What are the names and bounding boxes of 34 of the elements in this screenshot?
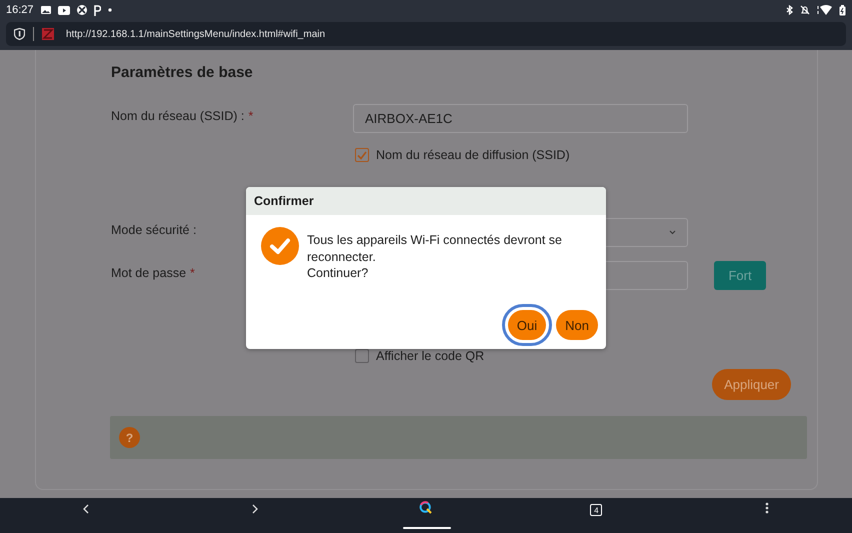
checkbox-label: Nom du réseau de diffusion (SSID) <box>376 148 570 162</box>
check-icon <box>261 227 299 265</box>
field-label: Mot de passe <box>111 266 186 280</box>
field-label: Mode sécurité : <box>111 223 196 237</box>
checkbox-label: Afficher le code QR <box>376 349 484 363</box>
input-field[interactable]: AIRBOX-AE1C <box>353 104 688 132</box>
shield-icon[interactable] <box>14 28 25 40</box>
game-icon <box>76 5 87 15</box>
dialog-message: Continuer? <box>307 265 370 282</box>
url-field[interactable]: http://192.168.1.1/mainSettingsMenu/index.html#wifi_main <box>66 28 326 40</box>
menu-icon[interactable] <box>764 502 769 514</box>
parking-icon <box>94 4 101 16</box>
chevron-down-icon <box>669 230 676 234</box>
mute-icon <box>800 5 810 15</box>
confirm-button[interactable]: Oui <box>508 310 546 340</box>
required-mark: * <box>248 109 254 123</box>
back-icon[interactable] <box>82 504 89 514</box>
cancel-button[interactable]: Non <box>556 310 598 340</box>
video-icon <box>58 6 70 14</box>
required-mark: * <box>190 266 195 280</box>
dot-icon <box>108 8 112 12</box>
battery-icon <box>839 4 846 16</box>
bluetooth-icon <box>786 5 793 15</box>
browser-logo-icon[interactable] <box>419 501 432 514</box>
tab-count[interactable]: 4 <box>590 504 602 516</box>
checkbox[interactable] <box>355 148 369 162</box>
image-icon <box>40 5 51 15</box>
wifi-icon <box>817 5 832 15</box>
forward-icon[interactable] <box>252 504 260 514</box>
dialog-message: Tous les appareils Wi-Fi connectés devront se reconnecter. <box>307 232 563 265</box>
section-title: Paramètres de base <box>111 64 254 81</box>
field-label: Nom du réseau (SSID) : <box>111 109 244 123</box>
dialog-title: Confirmer <box>246 187 606 215</box>
clock: 16:27 <box>6 4 34 16</box>
